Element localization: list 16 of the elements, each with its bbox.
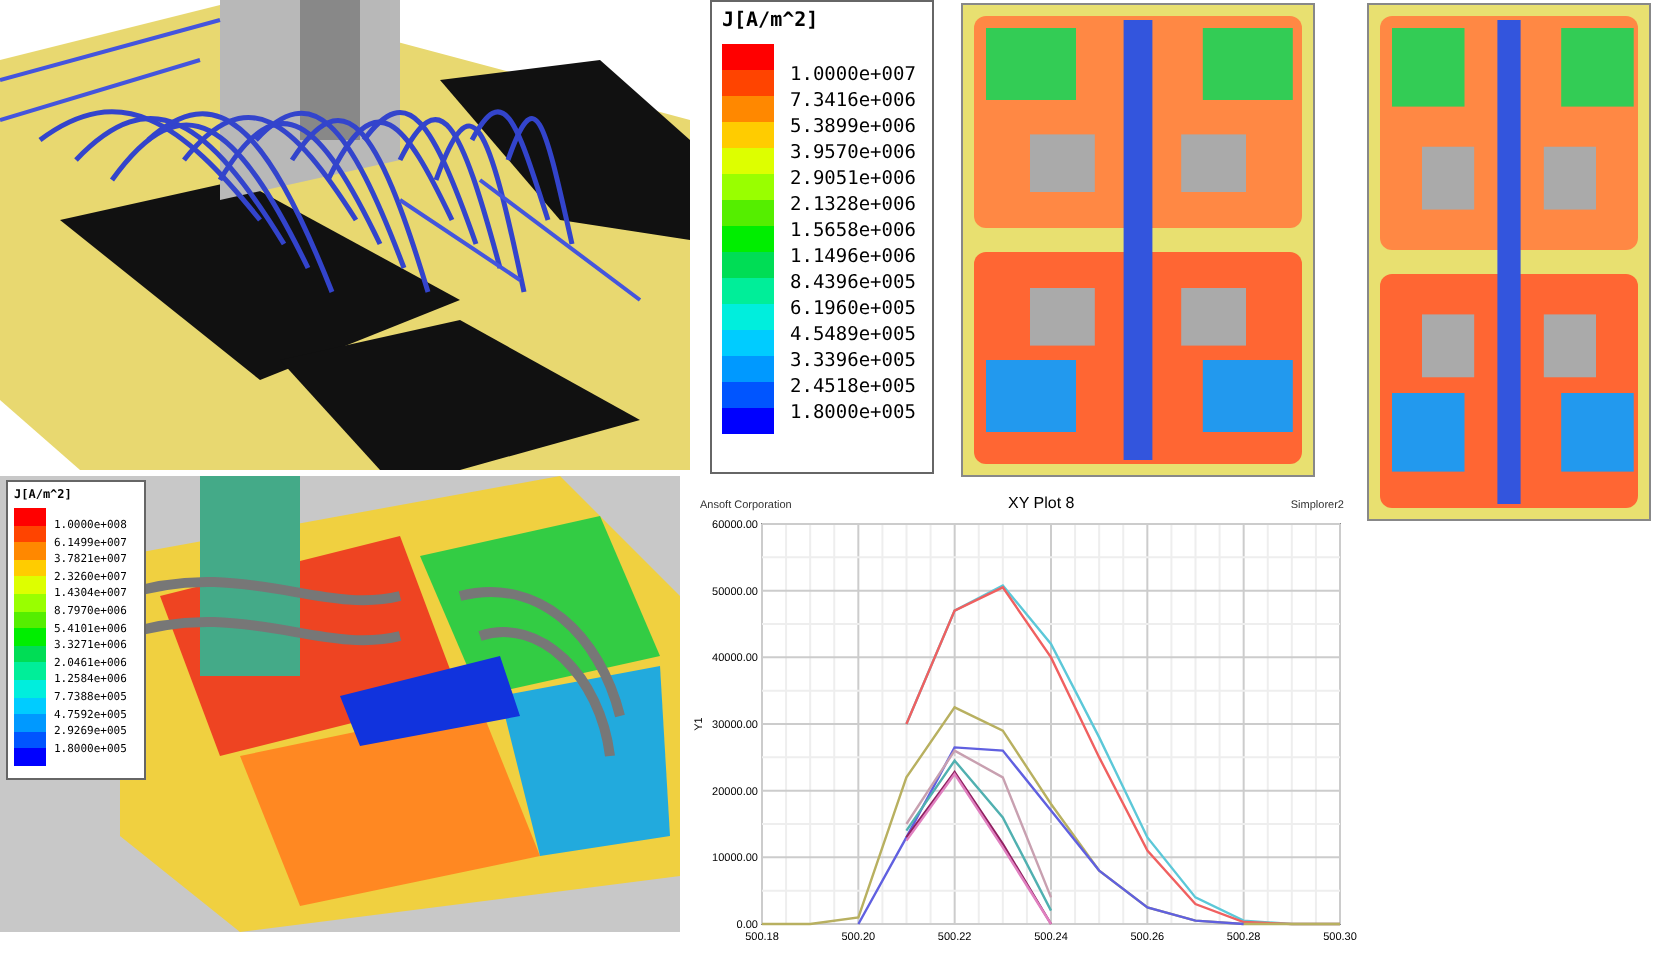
legend-value: 3.9570e+006	[790, 140, 916, 166]
legend-value: 3.3396e+005	[790, 348, 916, 374]
legend-value: 1.5658e+006	[790, 218, 916, 244]
legend-value: 1.8000e+005	[790, 400, 916, 426]
legend-value: 2.9051e+006	[790, 166, 916, 192]
legend-value: 1.0000e+007	[790, 62, 916, 88]
legend-value: 2.1328e+006	[790, 192, 916, 218]
legend-title: J[A/m^2]	[722, 10, 821, 32]
legend-value: 4.5489e+005	[790, 322, 916, 348]
legend-value: 8.4396e+005	[790, 270, 916, 296]
legend-value: 6.1960e+005	[790, 296, 916, 322]
chart-title: XY Plot 8	[1008, 494, 1075, 512]
legend-value: 7.3416e+006	[790, 88, 916, 114]
legend-value: 1.1496e+006	[790, 244, 916, 270]
legend-value: 5.3899e+006	[790, 114, 916, 140]
legend-value: 2.4518e+005	[790, 374, 916, 400]
